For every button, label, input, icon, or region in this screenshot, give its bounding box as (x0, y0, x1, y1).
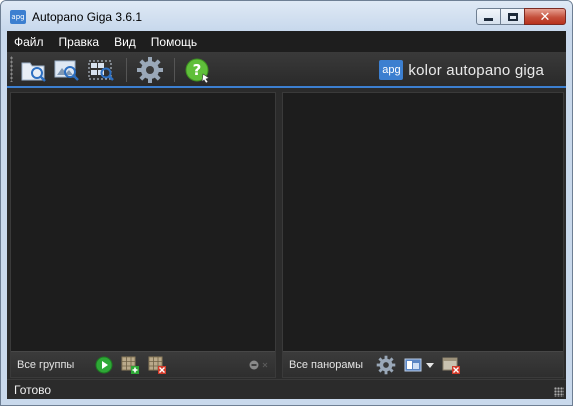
remove-panorama-icon (442, 357, 460, 374)
toolbar: ? apg kolor autopano giga (7, 52, 566, 88)
help-button[interactable]: ? (184, 56, 212, 84)
panoramas-footer: Все панорамы (283, 351, 563, 377)
all-panoramas-label: Все панорамы (289, 359, 363, 371)
all-groups-label: Все группы (17, 359, 75, 371)
app-icon[interactable]: apg (10, 10, 26, 24)
open-folder-icon (21, 62, 46, 82)
close-icon: ✕ (539, 9, 551, 24)
remove-group-button[interactable] (147, 355, 167, 375)
import-images-icon (54, 60, 79, 81)
render-icon (404, 358, 422, 372)
render-dropdown[interactable] (424, 355, 436, 375)
minimize-button[interactable] (476, 8, 501, 25)
collapse-button[interactable] (248, 355, 272, 375)
remove-panorama-button[interactable] (441, 355, 461, 375)
remove-group-icon (148, 356, 166, 374)
add-group-button[interactable] (120, 355, 140, 375)
brand-text: kolor autopano giga (408, 61, 544, 79)
toolbar-separator (174, 58, 175, 82)
app-window: apg Autopano Giga 3.6.1 ✕ Файл Правка Ви… (0, 0, 573, 406)
open-folder-button[interactable] (19, 56, 47, 84)
svg-text:?: ? (193, 61, 202, 79)
panorama-settings-button[interactable] (376, 355, 396, 375)
collapse-icon (249, 360, 268, 370)
status-bar: Готово (7, 379, 566, 399)
play-icon (95, 356, 113, 374)
client-area: Файл Правка Вид Помощь ? apg kolor autop… (7, 31, 566, 399)
menu-file[interactable]: Файл (7, 35, 52, 49)
close-button[interactable]: ✕ (524, 8, 566, 25)
play-button[interactable] (94, 355, 114, 375)
detect-button[interactable] (87, 56, 115, 84)
menu-bar: Файл Правка Вид Помощь (7, 31, 566, 52)
toolbar-grip[interactable] (10, 56, 13, 82)
menu-edit[interactable]: Правка (52, 35, 108, 49)
settings-gear-icon (137, 57, 163, 83)
panoramas-panel[interactable]: Все панорамы (282, 92, 564, 378)
window-title: Autopano Giga 3.6.1 (32, 10, 143, 24)
window-controls: ✕ (476, 8, 566, 25)
menu-help[interactable]: Помощь (144, 35, 205, 49)
brand: apg kolor autopano giga (379, 60, 544, 80)
menu-view[interactable]: Вид (107, 35, 144, 49)
render-button[interactable] (403, 355, 423, 375)
detect-icon (88, 60, 114, 81)
toolbar-separator (126, 58, 127, 82)
brand-logo: apg (379, 60, 404, 80)
resize-grip[interactable] (554, 387, 564, 397)
maximize-button[interactable] (500, 8, 525, 25)
import-images-button[interactable] (53, 56, 81, 84)
add-group-icon (121, 356, 139, 374)
maximize-icon (507, 12, 518, 21)
status-text: Готово (14, 383, 52, 397)
title-bar[interactable]: apg Autopano Giga 3.6.1 ✕ (1, 1, 572, 31)
groups-footer: Все группы (11, 351, 275, 377)
help-icon: ? (185, 58, 210, 84)
settings-gear-icon (376, 355, 396, 375)
minimize-icon (484, 18, 493, 21)
groups-panel[interactable]: Все группы (10, 92, 276, 378)
dropdown-arrow-icon (426, 363, 434, 368)
settings-button[interactable] (136, 56, 164, 84)
